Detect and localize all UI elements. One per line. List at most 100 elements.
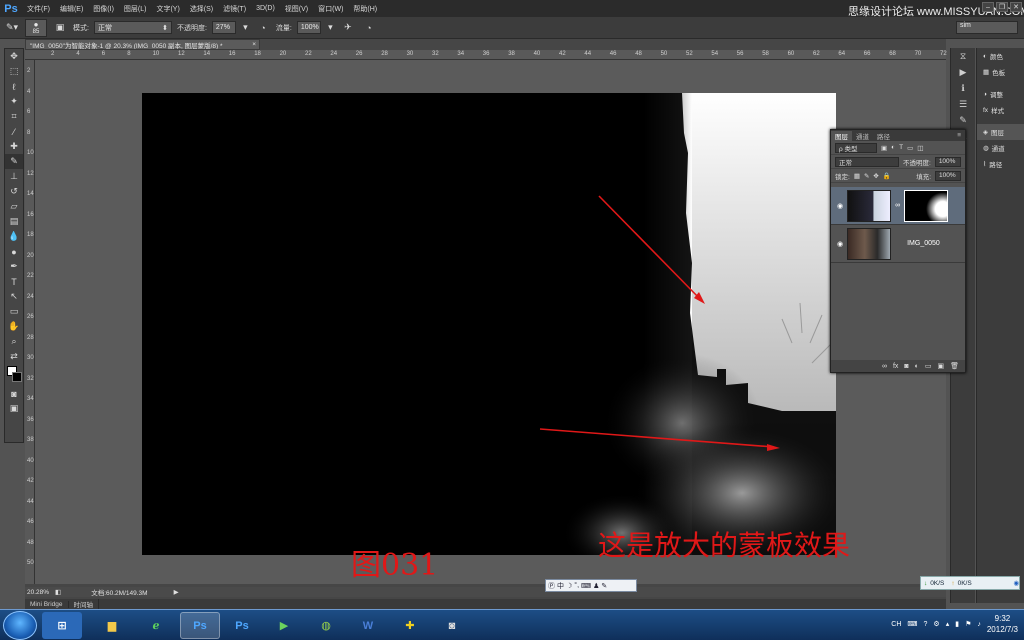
dodge-tool-icon[interactable]: ● — [5, 244, 23, 259]
show-hidden-icons-icon[interactable]: ▴ — [946, 620, 950, 628]
dock-channels[interactable]: ◍ 通道 — [977, 140, 1024, 156]
brush-tool-icon[interactable]: ✎ — [5, 154, 23, 169]
vertical-ruler[interactable]: 2 4 6 8 10 12 14 16 18 20 22 24 26 28 30 32 34 36 38 40 42 44… — [25, 60, 35, 584]
taskbar-photoshop-app-2[interactable]: Ps — [222, 612, 262, 639]
dock-adjustments[interactable]: ◑ 调整 — [977, 86, 1024, 102]
volume-icon[interactable]: ♪ — [977, 621, 981, 628]
menu-image[interactable]: 图像(I) — [88, 4, 119, 14]
crop-tool-icon[interactable]: ⌗ — [5, 109, 23, 124]
pen-tool-icon[interactable]: ✒ — [5, 259, 23, 274]
history-brush-tool-icon[interactable]: ↺ — [5, 184, 23, 199]
dock-styles[interactable]: fx 样式 — [977, 102, 1024, 118]
dock-swatches[interactable]: ▦ 色板 — [977, 64, 1024, 80]
blend-mode-select[interactable]: 正常 — [835, 156, 899, 167]
path-select-tool-icon[interactable]: ↖ — [5, 289, 23, 304]
settings-icon[interactable]: ⚙ — [933, 620, 939, 628]
lock-transparent-icon[interactable]: ▦ — [854, 172, 860, 180]
marquee-tool-icon[interactable]: ⬚ — [5, 64, 23, 79]
flag-icon[interactable]: ⚑ — [965, 620, 971, 628]
help-icon[interactable]: ? — [924, 621, 928, 628]
filter-type-icon[interactable]: T — [899, 144, 903, 151]
airbrush-icon[interactable]: ✈ — [340, 21, 356, 35]
menu-edit[interactable]: 编辑(E) — [55, 4, 88, 14]
taskbar-ie-app[interactable]: ⊞ — [42, 612, 82, 639]
input-language[interactable]: CH — [891, 621, 901, 628]
ime-user-icon[interactable]: ♟ — [593, 582, 599, 590]
lock-pixels-icon[interactable]: ✎ — [864, 172, 869, 180]
ime-settings-icon[interactable]: ✎ — [601, 582, 607, 590]
pressure-size-icon[interactable]: ◔ — [361, 21, 377, 35]
flow-dropdown-icon[interactable]: ▾ — [326, 21, 335, 35]
move-tool-icon[interactable]: ✥ — [5, 49, 23, 64]
brush-tool-preset-icon[interactable]: ✎▾ — [4, 21, 20, 35]
ime-fullwidth-icon[interactable]: ☽ — [566, 582, 572, 590]
close-tab-icon[interactable]: × — [252, 41, 259, 48]
quick-select-tool-icon[interactable]: ✦ — [5, 94, 23, 109]
gradient-tool-icon[interactable]: ▤ — [5, 214, 23, 229]
history-icon[interactable]: ⧖ — [951, 48, 975, 64]
taskbar-browser-app[interactable]: ℯ — [136, 612, 176, 639]
visibility-eye-icon[interactable]: ◉ — [837, 240, 843, 248]
taskbar-media-app[interactable]: ▶ — [264, 612, 304, 639]
ime-punct-icon[interactable]: °, — [574, 582, 579, 589]
fill-input[interactable]: 100% — [935, 170, 961, 181]
keyboard-icon[interactable]: ⌨ — [907, 620, 917, 628]
zoom-level[interactable]: 20.28% — [27, 589, 49, 596]
tab-channels[interactable]: 通道 — [852, 131, 873, 141]
layer-filter-select[interactable]: ρ 类型 — [835, 142, 877, 153]
menu-3d[interactable]: 3D(D) — [251, 5, 280, 12]
mode-select[interactable]: 正常 ⬍ — [93, 21, 172, 34]
restore-icon[interactable]: ❐ — [996, 2, 1008, 12]
trash-icon[interactable]: 🗑 — [950, 362, 959, 370]
menu-help[interactable]: 帮助(H) — [348, 4, 382, 14]
type-tool-icon[interactable]: T — [5, 274, 23, 289]
filter-shape-icon[interactable]: ▭ — [907, 144, 913, 152]
layer-row-copy[interactable]: ◉ ∞ — [831, 187, 965, 225]
minimize-icon[interactable]: – — [982, 2, 994, 12]
visibility-eye-icon[interactable]: ◉ — [837, 202, 843, 210]
menu-filter[interactable]: 滤镜(T) — [218, 4, 251, 14]
properties-icon[interactable]: ☰ — [951, 96, 975, 112]
clock[interactable]: 9:32 2012/7/3 — [987, 613, 1018, 635]
new-group-icon[interactable]: ▭ — [925, 362, 932, 370]
dock-paths[interactable]: ⌇ 路径 — [977, 156, 1024, 172]
menu-select[interactable]: 选择(S) — [185, 4, 218, 14]
layer-row-img0050[interactable]: ◉ IMG_0050 — [831, 225, 965, 263]
info-icon[interactable]: ℹ — [951, 80, 975, 96]
link-layers-icon[interactable]: ∞ — [882, 363, 887, 370]
brush-panel-icon[interactable]: ▣ — [52, 21, 68, 35]
filter-adjust-icon[interactable]: ◐ — [891, 144, 895, 151]
filter-smart-icon[interactable]: ◫ — [917, 144, 923, 152]
canvas-image[interactable] — [142, 93, 836, 555]
ime-mode[interactable]: 中 — [557, 581, 564, 591]
eyedropper-tool-icon[interactable]: ⁄ — [5, 124, 23, 139]
tab-mini-bridge[interactable]: Mini Bridge — [25, 600, 69, 608]
quick-mask-icon[interactable]: ◙ — [5, 386, 23, 401]
menu-window[interactable]: 窗口(W) — [313, 4, 348, 14]
flow-input[interactable]: 100% — [296, 21, 321, 34]
taskbar-word-app[interactable]: W — [348, 612, 388, 639]
lock-position-icon[interactable]: ✥ — [873, 172, 878, 180]
menu-layer[interactable]: 图层(L) — [119, 4, 152, 14]
workspace-select[interactable]: sim — [956, 21, 1018, 34]
color-swatches[interactable] — [5, 364, 23, 386]
swap-colors-icon[interactable]: ⇄ — [5, 349, 23, 364]
taskbar-camera-app[interactable]: ◙ — [432, 612, 472, 639]
filter-pixel-icon[interactable]: ▣ — [881, 144, 887, 152]
add-mask-icon[interactable]: ◙ — [904, 363, 908, 370]
menu-view[interactable]: 视图(V) — [280, 4, 313, 14]
clone-stamp-tool-icon[interactable]: ⊥ — [5, 169, 23, 184]
ime-logo-icon[interactable]: Ⓟ — [548, 581, 555, 591]
new-layer-icon[interactable]: ▣ — [937, 362, 944, 370]
brush-size-picker[interactable]: ● 85 — [25, 18, 47, 37]
opacity-dropdown-icon[interactable]: ▾ — [241, 21, 250, 35]
blur-tool-icon[interactable]: 💧 — [5, 229, 23, 244]
close-icon[interactable]: ✕ — [1010, 2, 1022, 12]
chain-icon[interactable]: ∞ — [895, 202, 900, 209]
pressure-opacity-icon[interactable]: ◔ — [255, 21, 271, 35]
tab-paths[interactable]: 路径 — [873, 131, 894, 141]
menu-file[interactable]: 文件(F) — [22, 4, 55, 14]
layer-opacity-input[interactable]: 100% — [934, 156, 961, 167]
ime-keyboard-icon[interactable]: ⌨ — [581, 582, 591, 590]
taskbar-plus-app[interactable]: ✚ — [390, 612, 430, 639]
